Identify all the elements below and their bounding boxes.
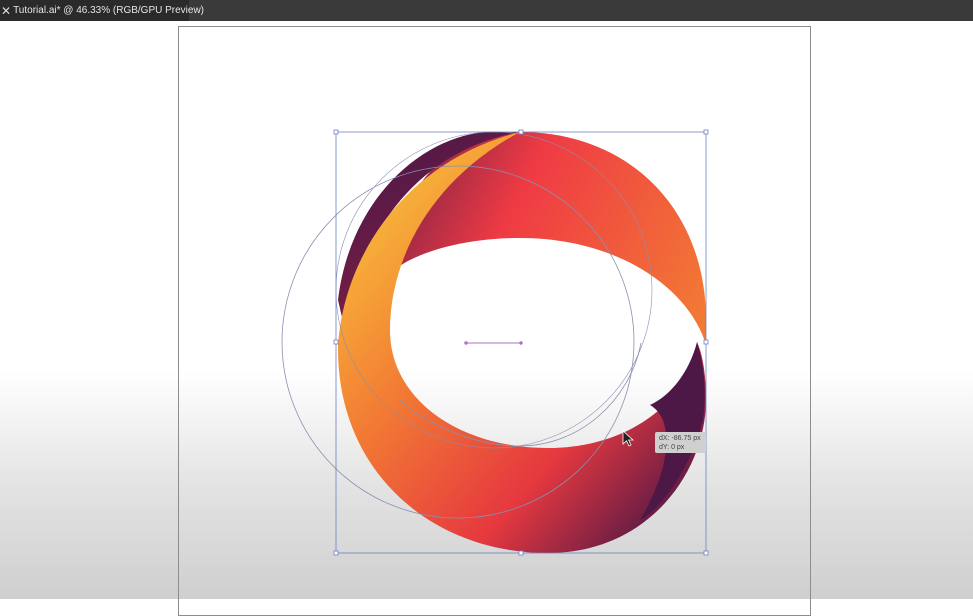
handle-top-right [703,129,709,135]
handle-top-left [333,129,339,135]
handle-bottom-right [703,550,709,556]
handle-bottom-left [333,550,339,556]
delta-x-readout: dX: -86.75 px [659,435,701,442]
handle-middle-right [703,339,709,345]
arrow-cursor-icon [622,430,636,453]
delta-y-readout: dY: 0 px [659,444,685,451]
move-delta-tooltip: dX: -86.75 px dY: 0 px [655,432,706,453]
handle-middle-left [333,339,339,345]
handle-top-middle [518,129,524,135]
handle-bottom-middle [518,550,524,556]
center-move-indicator [464,341,523,345]
artwork-canvas[interactable] [0,0,973,599]
